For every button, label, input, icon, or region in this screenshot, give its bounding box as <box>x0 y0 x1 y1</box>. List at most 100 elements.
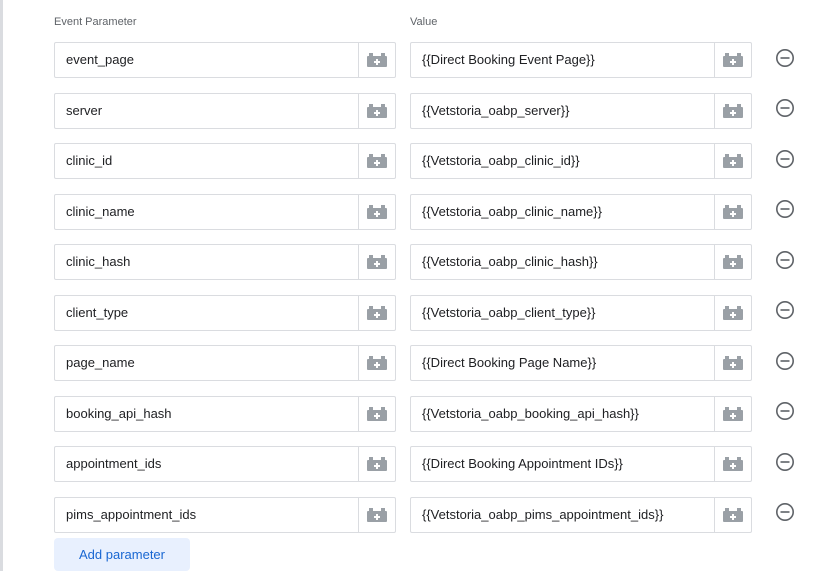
parameter-value-field[interactable]: {{Direct Booking Appointment IDs}} <box>410 446 752 482</box>
parameter-row: clinic_id {{Vetstoria_oabp_clinic_id}} <box>0 143 824 179</box>
parameter-value-field[interactable]: {{Vetstoria_oabp_client_type}} <box>410 294 752 331</box>
insert-variable-button[interactable] <box>358 194 395 229</box>
insert-variable-button[interactable] <box>714 346 751 380</box>
parameter-value-text: {{Vetstoria_oabp_pims_appointment_ids}} <box>422 506 664 522</box>
variable-picker-icon <box>367 406 387 421</box>
parameter-name-text: page_name <box>66 355 135 370</box>
insert-variable-button[interactable] <box>714 43 751 77</box>
remove-row-button[interactable] <box>774 300 796 325</box>
remove-row-button[interactable] <box>774 351 796 376</box>
variable-picker-icon <box>367 356 387 370</box>
remove-row-button[interactable] <box>774 99 796 122</box>
parameter-name-text: booking_api_hash <box>66 405 172 421</box>
variable-picker-icon <box>723 103 743 118</box>
remove-row-button[interactable] <box>774 199 796 224</box>
remove-row-button[interactable] <box>774 149 796 174</box>
parameter-value-text: {{Vetstoria_oabp_client_type}} <box>422 304 596 320</box>
parameter-value-field[interactable]: {{Vetstoria_oabp_booking_api_hash}} <box>410 395 752 432</box>
insert-variable-button[interactable] <box>358 93 395 128</box>
parameter-row: booking_api_hash {{Vetstoria_oabp_bookin… <box>0 395 824 432</box>
parameter-row: clinic_name {{Vetstoria_oabp_clinic_name… <box>0 193 824 230</box>
variable-picker-icon <box>367 305 387 320</box>
insert-variable-button[interactable] <box>358 245 395 279</box>
parameter-row: server {{Vetstoria_oabp_server}} <box>0 92 824 129</box>
parameter-name-field[interactable]: clinic_hash <box>54 244 396 280</box>
parameter-name-field[interactable]: server <box>54 92 396 129</box>
variable-picker-icon <box>723 53 743 67</box>
parameter-rows: event_page {{Direct Booking Event Page}}… <box>0 42 824 547</box>
variable-picker-icon <box>723 255 743 269</box>
parameter-name-text: client_type <box>66 304 129 320</box>
parameter-value-field[interactable]: {{Vetstoria_oabp_server}} <box>410 92 752 129</box>
parameter-value-field[interactable]: {{Vetstoria_oabp_clinic_name}} <box>410 193 752 230</box>
parameter-name-text: pims_appointment_ids <box>66 506 197 522</box>
parameter-value-field[interactable]: {{Direct Booking Event Page}} <box>410 42 752 78</box>
parameter-value-text: {{Vetstoria_oabp_booking_api_hash}} <box>422 405 639 421</box>
insert-variable-button[interactable] <box>358 346 395 380</box>
remove-circle-icon <box>775 300 795 325</box>
insert-variable-button[interactable] <box>358 396 395 431</box>
parameter-value-text: {{Vetstoria_oabp_server}} <box>422 102 570 118</box>
insert-variable-button[interactable] <box>714 295 751 330</box>
variable-picker-icon <box>723 457 743 471</box>
remove-circle-icon <box>775 149 795 174</box>
parameter-name-text: server <box>66 102 103 118</box>
parameter-value-text: {{Vetstoria_oabp_clinic_hash}} <box>422 254 598 269</box>
insert-variable-button[interactable] <box>714 497 751 532</box>
insert-variable-button[interactable] <box>714 144 751 178</box>
remove-circle-icon <box>775 250 795 275</box>
variable-picker-icon <box>367 154 387 168</box>
variable-picker-icon <box>367 204 387 219</box>
variable-picker-icon <box>723 204 743 219</box>
variable-picker-icon <box>367 507 387 522</box>
insert-variable-button[interactable] <box>714 396 751 431</box>
insert-variable-button[interactable] <box>358 43 395 77</box>
parameter-name-field[interactable]: event_page <box>54 42 396 78</box>
parameter-name-text: clinic_hash <box>66 254 131 269</box>
add-parameter-button[interactable]: Add parameter <box>54 538 190 571</box>
parameter-name-field[interactable]: client_type <box>54 294 396 331</box>
insert-variable-button[interactable] <box>714 194 751 229</box>
remove-circle-icon <box>775 48 795 73</box>
parameter-value-field[interactable]: {{Vetstoria_oabp_clinic_id}} <box>410 143 752 179</box>
parameter-value-field[interactable]: {{Vetstoria_oabp_pims_appointment_ids}} <box>410 496 752 533</box>
parameter-value-field[interactable]: {{Vetstoria_oabp_clinic_hash}} <box>410 244 752 280</box>
remove-row-button[interactable] <box>774 250 796 275</box>
variable-picker-icon <box>723 406 743 421</box>
parameter-row: appointment_ids {{Direct Booking Appoint… <box>0 446 824 482</box>
parameter-name-field[interactable]: clinic_name <box>54 193 396 230</box>
parameter-name-field[interactable]: booking_api_hash <box>54 395 396 432</box>
parameter-value-text: {{Direct Booking Event Page}} <box>422 52 595 67</box>
parameter-name-text: clinic_name <box>66 203 135 219</box>
insert-variable-button[interactable] <box>714 93 751 128</box>
parameter-row: pims_appointment_ids {{Vetstoria_oabp_pi… <box>0 496 824 533</box>
insert-variable-button[interactable] <box>358 144 395 178</box>
insert-variable-button[interactable] <box>358 295 395 330</box>
remove-row-button[interactable] <box>774 402 796 425</box>
insert-variable-button[interactable] <box>714 245 751 279</box>
parameter-value-text: {{Direct Booking Page Name}} <box>422 355 597 370</box>
value-header: Value <box>410 16 438 28</box>
remove-row-button[interactable] <box>774 503 796 526</box>
parameter-row: client_type {{Vetstoria_oabp_client_type… <box>0 294 824 331</box>
variable-picker-icon <box>723 305 743 320</box>
variable-picker-icon <box>367 53 387 67</box>
remove-row-button[interactable] <box>774 452 796 475</box>
insert-variable-button[interactable] <box>714 447 751 481</box>
variable-picker-icon <box>367 103 387 118</box>
variable-picker-icon <box>723 507 743 522</box>
remove-circle-icon <box>775 199 795 224</box>
parameter-value-field[interactable]: {{Direct Booking Page Name}} <box>410 345 752 381</box>
parameter-name-text: event_page <box>66 52 134 67</box>
parameter-name-field[interactable]: appointment_ids <box>54 446 396 482</box>
remove-circle-icon <box>775 351 795 376</box>
insert-variable-button[interactable] <box>358 497 395 532</box>
parameter-name-text: appointment_ids <box>66 456 162 471</box>
parameter-name-field[interactable]: page_name <box>54 345 396 381</box>
parameter-name-field[interactable]: clinic_id <box>54 143 396 179</box>
insert-variable-button[interactable] <box>358 447 395 481</box>
parameter-name-text: clinic_id <box>66 153 113 168</box>
parameter-name-field[interactable]: pims_appointment_ids <box>54 496 396 533</box>
parameter-value-text: {{Vetstoria_oabp_clinic_name}} <box>422 203 602 219</box>
remove-row-button[interactable] <box>774 48 796 73</box>
